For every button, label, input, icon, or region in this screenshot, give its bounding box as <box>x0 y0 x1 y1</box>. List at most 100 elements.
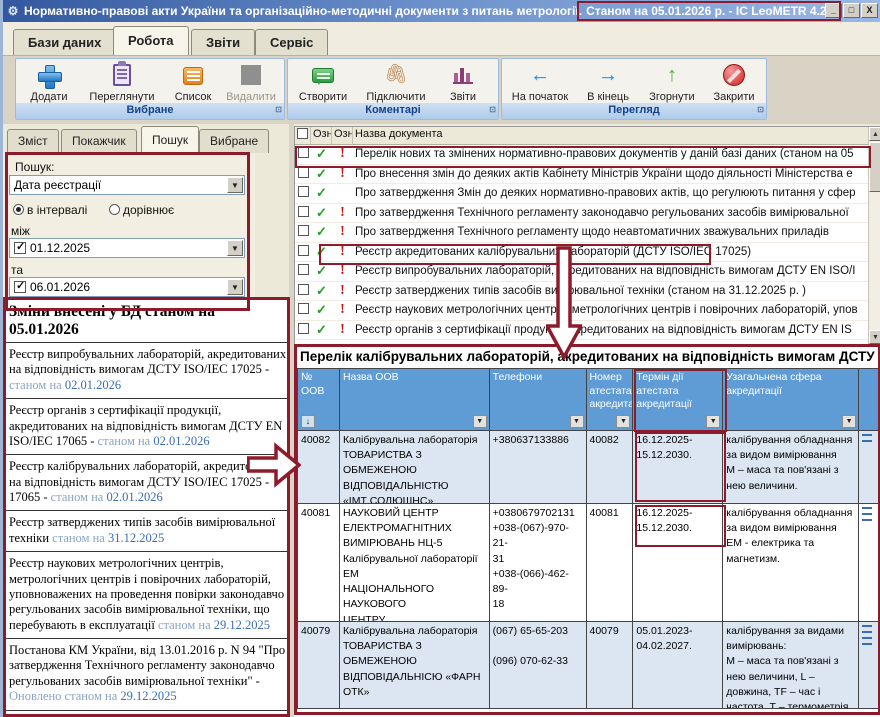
doc-list-row[interactable]: ✓!Про затвердження Технічного регламенту… <box>295 204 869 224</box>
doc-list-row[interactable]: ✓!Про внесення змін до деяких актів Кабі… <box>295 165 869 185</box>
attach-button[interactable]: 🖇︎ Підключити <box>356 62 436 104</box>
filter-icon[interactable]: ▼ <box>842 415 856 428</box>
radio-equals[interactable]: дорівнює <box>109 203 174 217</box>
row-checkbox[interactable] <box>298 186 309 197</box>
row-checkbox[interactable] <box>298 245 309 256</box>
tab-contents[interactable]: Зміст <box>7 129 59 153</box>
read-check-icon: ✓ <box>316 283 327 298</box>
changes-date-link[interactable]: 02.01.2026 <box>153 434 209 448</box>
scroll-down-icon[interactable]: ▼ <box>869 330 880 344</box>
table-row[interactable]: 40082Калібрувальна лабораторія ТОВАРИСТВ… <box>298 431 880 504</box>
doc-list-scrollbar[interactable]: ▲ ▼ <box>868 127 880 344</box>
read-check-icon: ✓ <box>316 146 327 161</box>
group-comments: Створити 🖇︎ Підключити Звіти Коментарі ⊡ <box>287 58 499 120</box>
changes-date-link[interactable]: 29.12.2025 <box>120 689 176 703</box>
filter-icon[interactable]: ▼ <box>616 415 630 428</box>
changes-item: Реєстр наукових метрологічних центрів, м… <box>3 552 293 639</box>
row-checkbox[interactable] <box>298 147 309 158</box>
add-button[interactable]: Додати <box>18 62 80 104</box>
scroll-up-icon[interactable]: ▲ <box>869 127 880 141</box>
dialog-launcher-icon[interactable]: ⊡ <box>757 102 764 117</box>
go-start-button[interactable]: ← На початок <box>504 62 576 104</box>
radio-dot-icon[interactable] <box>13 204 24 215</box>
table-row[interactable]: 40081НАУКОВИЙ ЦЕНТР ЕЛЕКТРОМАГНІТНИХ ВИМ… <box>298 504 880 622</box>
reports-button[interactable]: Звіти <box>436 62 490 104</box>
read-check-icon: ✓ <box>316 302 327 317</box>
header-oov-number[interactable]: № ООВ ↓ <box>298 369 340 431</box>
tab-work[interactable]: Робота <box>113 26 189 55</box>
dialog-launcher-icon[interactable]: ⊡ <box>275 102 282 117</box>
select-all-checkbox[interactable] <box>297 128 308 139</box>
tab-reports[interactable]: Звіти <box>191 29 255 55</box>
tab-databases[interactable]: Бази даних <box>13 29 116 55</box>
filter-icon[interactable]: ▼ <box>570 415 584 428</box>
scroll-thumb[interactable] <box>869 142 880 192</box>
header-phones[interactable]: Телефони ▼ <box>490 369 587 431</box>
column-title[interactable]: Назва документа <box>353 127 880 144</box>
header-cert-term[interactable]: Термін дії атестата акредитації ▼ <box>633 369 723 431</box>
link-fragment <box>862 507 872 509</box>
changes-date-link[interactable]: 31.12.2025 <box>108 531 164 545</box>
chevron-down-icon[interactable]: ▼ <box>227 177 243 193</box>
date-to-checkbox[interactable] <box>14 281 26 293</box>
radio-dot-icon[interactable] <box>109 204 120 215</box>
read-check-icon: ✓ <box>316 185 327 200</box>
doc-list-row[interactable]: ✓!Реєстр затверджених типів засобів вимі… <box>295 282 869 302</box>
view-button[interactable]: Переглянути <box>80 62 164 104</box>
cell-partial-links <box>859 622 880 709</box>
doc-list-row[interactable]: ✓Про затвердження Змін до деяких нормати… <box>295 184 869 204</box>
group-caption-comments: Коментарі ⊡ <box>288 103 498 119</box>
column-read[interactable]: Озн <box>311 127 332 144</box>
doc-list-row[interactable]: ✓!Реєстр випробувальних лабораторій, акр… <box>295 262 869 282</box>
tab-favorites[interactable]: Вибране <box>199 129 269 153</box>
doc-list-row[interactable]: ✓!Реєстр наукових метрологічних центрів,… <box>295 301 869 321</box>
sort-icon[interactable]: ↓ <box>301 415 315 428</box>
close-db-button[interactable]: Закрити <box>704 62 764 104</box>
changes-date-link[interactable]: 02.01.2026 <box>106 490 162 504</box>
header-oov-name[interactable]: Назва ООВ ▼ <box>340 369 490 431</box>
row-checkbox[interactable] <box>298 167 309 178</box>
row-checkbox[interactable] <box>298 225 309 236</box>
column-flag[interactable]: Озн <box>332 127 353 144</box>
read-check-icon: ✓ <box>316 263 327 278</box>
doc-list-row[interactable]: ✓!Реєстр акредитованих калібрувальних ла… <box>295 243 869 263</box>
date-from-checkbox[interactable] <box>14 242 26 254</box>
table-row[interactable]: 40079Калібрувальна лабораторія ТОВАРИСТВ… <box>298 622 880 709</box>
filter-icon[interactable]: ▼ <box>473 415 487 428</box>
row-checkbox[interactable] <box>298 303 309 314</box>
header-scope[interactable]: Узагальнена сфера акредитації ▼ <box>723 369 859 431</box>
date-to-field[interactable]: 06.01.2026▼ <box>9 277 245 297</box>
search-field-select[interactable]: Дата реєстрації▼ <box>9 175 245 195</box>
row-checkbox[interactable] <box>298 206 309 217</box>
go-end-button[interactable]: → В кінець <box>576 62 640 104</box>
header-cert-number[interactable]: Номер атестата акредитації ▼ <box>587 369 634 431</box>
doc-list-row[interactable]: ✓!Про затвердження Технічного регламенту… <box>295 223 869 243</box>
tab-service[interactable]: Сервіс <box>255 29 328 55</box>
doc-list-row[interactable]: ✓!Реєстр органів з сертифікації продукці… <box>295 321 869 341</box>
doc-title: Про внесення змін до деяких актів Кабіне… <box>353 168 869 180</box>
radio-interval[interactable]: в інтервалі <box>13 203 87 217</box>
doc-list-row[interactable]: ✓!Перелік нових та змінених нормативно-п… <box>295 145 869 165</box>
date-from-field[interactable]: 01.12.2025▼ <box>9 238 245 258</box>
maximize-button[interactable]: □ <box>843 3 860 18</box>
close-button[interactable]: X <box>861 3 878 18</box>
row-checkbox[interactable] <box>298 323 309 334</box>
filter-icon[interactable]: ▼ <box>706 415 720 428</box>
changes-date-link[interactable]: 29.12.2025 <box>214 618 270 632</box>
changes-date-link[interactable]: 02.01.2026 <box>65 378 121 392</box>
collapse-button[interactable]: ↑ Згорнути <box>640 62 704 104</box>
row-checkbox[interactable] <box>298 284 309 295</box>
changes-panel: Зміни внесені у БД станом на 05.01.2026 … <box>3 298 293 717</box>
read-check-icon: ✓ <box>316 244 327 259</box>
list-button[interactable]: Список <box>164 62 222 104</box>
create-comment-button[interactable]: Створити <box>290 62 356 104</box>
cell-partial-links <box>859 431 880 504</box>
chevron-down-icon[interactable]: ▼ <box>227 240 243 256</box>
chevron-down-icon[interactable]: ▼ <box>227 279 243 295</box>
arrow-right-icon: → <box>576 62 640 90</box>
tab-search[interactable]: Пошук <box>141 126 199 153</box>
dialog-launcher-icon[interactable]: ⊡ <box>489 102 496 117</box>
tab-index[interactable]: Покажчик <box>61 129 137 153</box>
minimize-button[interactable]: _ <box>825 3 842 18</box>
row-checkbox[interactable] <box>298 264 309 275</box>
